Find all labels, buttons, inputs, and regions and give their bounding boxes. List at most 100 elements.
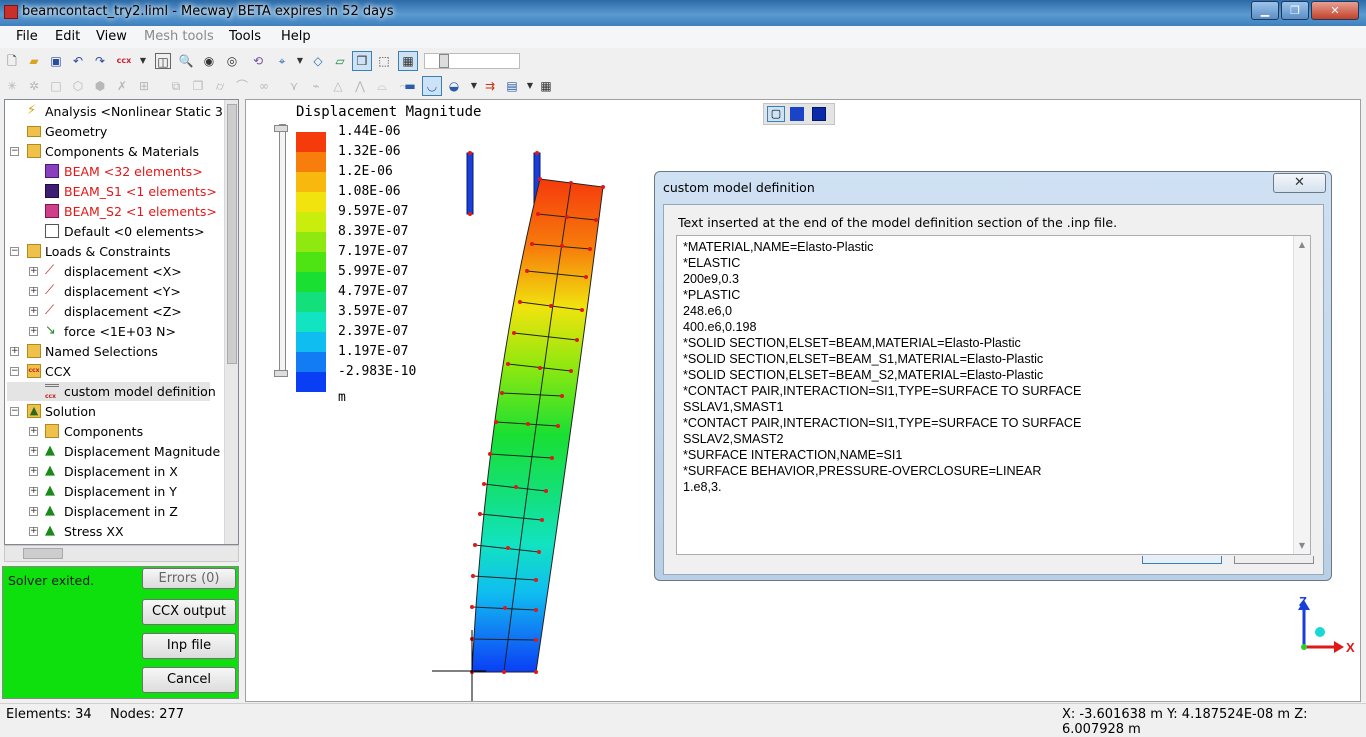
scroll-down-icon[interactable]: ▼ [1294, 541, 1310, 550]
tree-ccx[interactable]: − ccx CCX [7, 362, 223, 381]
scroll-up-icon[interactable]: ▲ [1294, 240, 1310, 249]
outline-tree[interactable]: ⚡ Analysis <Nonlinear Static 3D: Geometr… [4, 99, 239, 545]
magnify-icon[interactable]: 🔍 [178, 53, 194, 69]
node-icon[interactable]: ⋎ [286, 78, 302, 94]
tree-disp-x[interactable]: + ⟋ displacement <X> [7, 262, 223, 281]
collapse-icon[interactable]: − [10, 147, 19, 156]
tree-disp-y[interactable]: + ⟋ displacement <Y> [7, 282, 223, 301]
expand-icon[interactable]: + [29, 507, 38, 516]
dialog-close-button[interactable]: ✕ [1273, 173, 1326, 193]
model-definition-textarea[interactable]: *MATERIAL,NAME=Elasto-Plastic *ELASTIC 2… [676, 235, 1311, 555]
expand-icon[interactable]: + [29, 267, 38, 276]
animation-dropdown-icon[interactable]: ▼ [522, 78, 538, 94]
mirror-icon[interactable]: ⧉ [168, 78, 184, 94]
expand-icon[interactable]: + [29, 427, 38, 436]
contour-dropdown-icon[interactable]: ▼ [466, 78, 482, 94]
contour-icon[interactable]: ◒ [446, 78, 462, 94]
square-icon[interactable]: □ [48, 78, 64, 94]
tree-sol-dy[interactable]: + ▲ Displacement in Y [7, 482, 223, 501]
shaded-view-icon[interactable]: ❒ [352, 51, 372, 71]
axes-icon[interactable]: ⌖ [274, 53, 290, 69]
beam-line-icon[interactable]: ▬ [402, 78, 418, 94]
tree-analysis[interactable]: ⚡ Analysis <Nonlinear Static 3D: [7, 102, 237, 121]
tree-sol-sxx[interactable]: + ▲ Stress XX [7, 522, 223, 541]
zigzag-icon[interactable]: ⋀ [352, 78, 368, 94]
zoom-box-icon[interactable]: ◫ [155, 53, 171, 69]
tree-solution[interactable]: − ▲ Solution [7, 402, 223, 421]
inp-file-button[interactable]: Inp file [142, 633, 236, 659]
tree-vertical-scrollbar[interactable] [224, 100, 238, 544]
scroll-thumb[interactable] [227, 104, 237, 364]
collapse-icon[interactable]: − [10, 247, 19, 256]
close-button[interactable]: ✕ [1311, 1, 1359, 20]
dialog-cancel-button[interactable] [1234, 556, 1314, 564]
collapse-icon[interactable]: − [10, 367, 19, 376]
wireframe-view-icon[interactable]: ⬚ [376, 53, 392, 69]
tree-sol-components[interactable]: + Components [7, 422, 223, 441]
errors-button[interactable]: Errors (0) [142, 568, 236, 589]
refine-icon[interactable]: ✲ [26, 78, 42, 94]
tree-beam[interactable]: BEAM <32 elements> [7, 162, 223, 181]
menu-tools[interactable]: Tools [229, 29, 261, 44]
arrows-icon[interactable]: ⇉ [482, 78, 498, 94]
zoom-fit-icon[interactable]: ◉ [201, 53, 217, 69]
expand-icon[interactable]: + [29, 307, 38, 316]
ccx-output-button[interactable]: CCX output [142, 599, 236, 625]
tree-sol-disp-mag[interactable]: + ▲ Displacement Magnitude [7, 442, 223, 461]
tree-components[interactable]: − Components & Materials [7, 142, 223, 161]
ccx-solve-icon[interactable]: ccx [116, 53, 132, 69]
ok-button[interactable] [1142, 556, 1222, 564]
triangle-icon[interactable]: △ [330, 78, 346, 94]
expand-icon[interactable]: + [29, 327, 38, 336]
rotate-view-icon[interactable]: ⟲ [250, 53, 266, 69]
redo-icon[interactable]: ↷ [92, 53, 108, 69]
deformed-view-icon[interactable]: ◡ [422, 76, 442, 96]
animation-icon[interactable]: ▤ [504, 78, 520, 94]
tree-custom-model-definition[interactable]: ccx custom model definition [7, 382, 216, 401]
maximize-button[interactable]: ❐ [1281, 1, 1309, 20]
open-folder-icon[interactable]: ▰ [26, 53, 42, 69]
tree-sol-dx[interactable]: + ▲ Displacement in X [7, 462, 223, 481]
merge-icon[interactable]: ⊞ [136, 78, 152, 94]
solve-dropdown-icon[interactable]: ▼ [135, 53, 151, 69]
split-icon[interactable]: ✳ [4, 78, 20, 94]
revolve-icon[interactable]: ⬢ [92, 78, 108, 94]
surface-view-icon[interactable]: ▱ [332, 53, 348, 69]
tree-named-selections[interactable]: + Named Selections [7, 342, 223, 361]
tube-icon[interactable]: ∞ [256, 78, 272, 94]
menu-view[interactable]: View [96, 29, 127, 44]
extrude-icon[interactable]: ⬡ [70, 78, 86, 94]
scroll-thumb[interactable] [23, 548, 63, 559]
menu-file[interactable]: File [16, 29, 38, 44]
plane-view-icon[interactable]: ◇ [310, 53, 326, 69]
delete-elements-icon[interactable]: ✗ [114, 78, 130, 94]
expand-icon[interactable]: + [29, 447, 38, 456]
textarea-scrollbar[interactable]: ▲ ▼ [1293, 236, 1310, 554]
table-icon[interactable]: ▦ [538, 78, 554, 94]
transparency-slider[interactable] [424, 53, 520, 69]
menu-mesh-tools[interactable]: Mesh tools [144, 29, 214, 44]
undo-icon[interactable]: ↶ [70, 53, 86, 69]
slider-thumb[interactable] [439, 54, 449, 68]
tree-geometry[interactable]: Geometry [7, 122, 223, 141]
tree-horizontal-scrollbar[interactable] [4, 545, 239, 562]
cylinder-icon[interactable]: ⌭ [212, 78, 228, 94]
tree-force[interactable]: + ↘ force <1E+03 N> [7, 322, 223, 341]
tree-sol-dz[interactable]: + ▲ Displacement in Z [7, 502, 223, 521]
tree-beam-s2[interactable]: BEAM_S2 <1 elements> [7, 202, 223, 221]
mesh-view-icon[interactable]: ▦ [398, 51, 418, 71]
tree-beam-s1[interactable]: BEAM_S1 <1 elements> [7, 182, 223, 201]
copy-icon[interactable]: ❐ [190, 78, 206, 94]
save-icon[interactable]: ▣ [48, 53, 64, 69]
tree-loads[interactable]: − Loads & Constraints [7, 242, 223, 261]
expand-icon[interactable]: + [29, 527, 38, 536]
spring-icon[interactable]: ⌁ [308, 78, 324, 94]
arc-icon[interactable]: ⌓ [374, 78, 390, 94]
menu-help[interactable]: Help [281, 29, 311, 44]
minimize-button[interactable]: ▁ [1251, 1, 1279, 20]
new-file-icon[interactable]: 🗋 [4, 53, 20, 69]
view-dropdown-icon[interactable]: ▼ [292, 53, 308, 69]
expand-icon[interactable]: + [10, 347, 19, 356]
cancel-button[interactable]: Cancel [142, 667, 236, 693]
zoom-selection-icon[interactable]: ◎ [224, 53, 240, 69]
